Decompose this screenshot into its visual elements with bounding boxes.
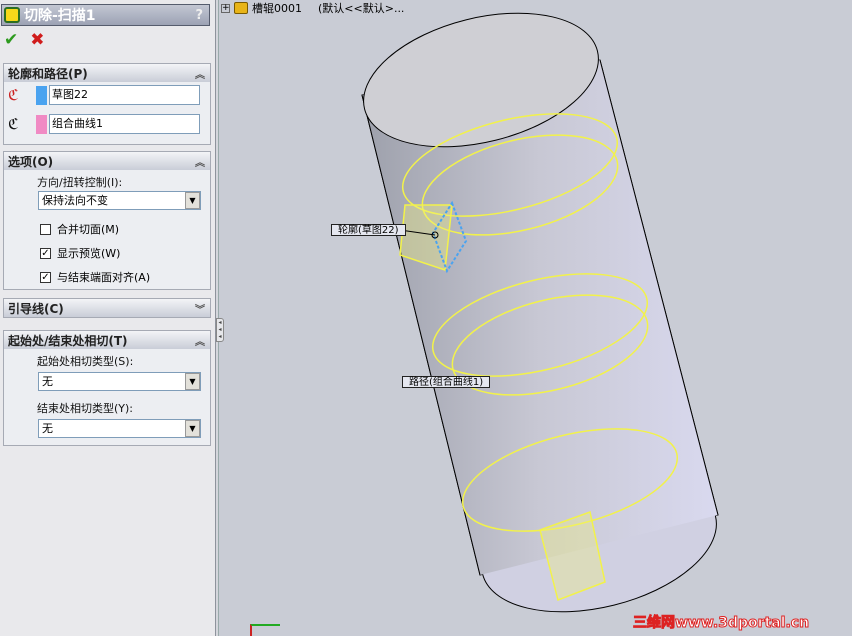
dropdown-arrow-icon[interactable]: ▼ [185,192,200,209]
guides-header[interactable]: 引导线(C) ︾ [4,299,210,317]
section-title: 选项(O) [8,154,54,169]
feature-title: 切除-扫描1 [24,8,96,24]
options-header[interactable]: 选项(O) ︽ [4,152,210,170]
cylinder-body [361,12,719,613]
help-button[interactable]: ? [195,8,203,23]
expand-icon[interactable]: ︾ [195,301,205,316]
orientation-label: 方向/扭转控制(I): [37,176,123,189]
tangency-header[interactable]: 起始处/结束处相切(T) ︽ [4,331,210,349]
collapse-icon[interactable]: ︽ [195,154,205,169]
property-manager: 切除-扫描1 ? ✔ ✖ 轮廓和路径(P) ︽ ℭ 草图22 ℭ 组合曲线1 选项… [0,0,216,636]
profile-path-section: 轮廓和路径(P) ︽ ℭ 草图22 ℭ 组合曲线1 [3,63,211,145]
collapse-icon[interactable]: ︽ [195,66,205,81]
options-section: 选项(O) ︽ 方向/扭转控制(I): 保持法向不变 ▼ 合并切面(M) ✓ 显示预览… [3,151,211,290]
cut-sweep-icon [4,7,20,23]
orientation-value: 保持法向不变 [42,194,108,207]
profile-color-swatch [36,85,47,105]
merge-checkbox[interactable]: 合并切面(M) [40,221,119,237]
start-tangency-label: 起始处相切类型(S): [37,355,134,368]
section-title: 起始处/结束处相切(T) [8,333,128,348]
start-tangency-select[interactable]: 无 ▼ [38,372,201,391]
orientation-select[interactable]: 保持法向不变 ▼ [38,191,201,210]
path-callout[interactable]: 路径(组合曲线1) [402,376,491,388]
profile-field[interactable]: 草图22 [49,85,200,105]
collapse-icon[interactable]: ︽ [195,333,205,348]
graphics-viewport[interactable] [220,0,852,636]
start-tangency-value: 无 [42,375,53,388]
preview-label: 显示预览(W) [57,247,121,260]
guides-section: 引导线(C) ︾ [3,298,211,318]
profile-callout[interactable]: 轮廓(草图22) [331,224,406,236]
axis-triad-icon [250,624,280,636]
path-icon: ℭ [8,115,19,133]
checkbox-checked[interactable]: ✓ [40,271,51,283]
end-tangency-select[interactable]: 无 ▼ [38,419,201,438]
end-tangency-value: 无 [42,422,53,435]
end-tangency-label: 结束处相切类型(Y): [37,402,134,415]
checkbox-unchecked[interactable] [40,223,51,235]
ok-button[interactable]: ✔ [4,30,18,50]
profile-path-header[interactable]: 轮廓和路径(P) ︽ [4,64,210,82]
path-color-swatch [36,114,47,134]
preview-checkbox[interactable]: ✓ 显示预览(W) [40,245,120,261]
merge-label: 合并切面(M) [57,223,120,236]
align-label: 与结束端面对齐(A) [57,271,151,284]
checkbox-checked[interactable]: ✓ [40,247,51,259]
tangency-section: 起始处/结束处相切(T) ︽ 起始处相切类型(S): 无 ▼ 结束处相切类型(Y):… [3,330,211,446]
feature-title-bar: 切除-扫描1 ? [1,4,210,26]
dropdown-arrow-icon[interactable]: ▼ [185,373,200,390]
watermark: 三维网www.3dportal.cn [632,615,810,632]
align-checkbox[interactable]: ✓ 与结束端面对齐(A) [40,269,150,285]
profile-icon: ℭ [8,86,19,104]
section-title: 轮廓和路径(P) [8,66,88,81]
section-title: 引导线(C) [8,301,64,316]
path-field[interactable]: 组合曲线1 [49,114,200,134]
dropdown-arrow-icon[interactable]: ▼ [185,420,200,437]
cancel-button[interactable]: ✖ [30,30,44,50]
